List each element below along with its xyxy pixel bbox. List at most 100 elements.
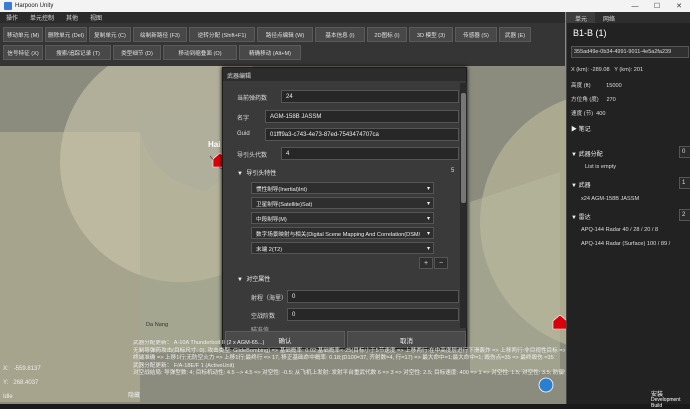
log-line: 终端准确 => 上移1行;无防空火力 => 上移1行;最终行 => 17, 移正…: [133, 355, 554, 362]
altitude-label: 高度 (ft): [571, 83, 591, 89]
range-input[interactable]: 0: [287, 290, 459, 303]
menu-view[interactable]: 视图: [84, 13, 108, 22]
seeker-section-label: 导引头特性: [246, 171, 277, 177]
seeker-dropdown-5[interactable]: 末端 2(T2) ▾: [251, 242, 434, 254]
y-label: Y (km):: [614, 67, 633, 73]
status-text: Idle: [3, 394, 13, 400]
heading-row: 方位角 (度) 270: [571, 95, 616, 103]
seeker-gen-input[interactable]: 4: [281, 147, 459, 160]
unit-panel: 单元 网络 B1-B (1) 355ad49e-0b34-4991-9011-4…: [566, 12, 690, 404]
speed-row: 速度 (节) 400: [571, 109, 606, 117]
weapon-list-item[interactable]: x24 AGM-158B JASSM: [581, 196, 639, 202]
dialog-scrollbar[interactable]: [460, 83, 467, 328]
log-line: 对空战结局: 导弹型数: 4; 目标机动性: 4.5 --> 4.5 => 对空…: [133, 370, 565, 377]
hide-log-button[interactable]: 隐藏: [128, 390, 140, 399]
weapon-edit-dialog: 武器编辑 当前弹药数 24 名字 AGM-158B JASSM Guid 01f…: [222, 67, 467, 349]
seeker-dropdown-3[interactable]: 中段制导(M) ▾: [251, 212, 434, 224]
seeker-dropdown-1[interactable]: 惯性制导(Inertial)Int) ▾: [251, 182, 434, 194]
radar-item-2[interactable]: APQ-144 Radar (Surface) 100 / 89 /: [581, 241, 670, 247]
chevron-down-icon: ▾: [426, 201, 430, 207]
weapons-count[interactable]: 1: [679, 177, 690, 189]
minimize-button[interactable]: —: [624, 0, 646, 12]
menu-bar: 操作 单元控制 其他 视图: [0, 12, 565, 23]
y-label: Y:: [3, 380, 9, 386]
heading-value[interactable]: 270: [606, 97, 615, 103]
anti-ship-section-header[interactable]: ▼ 对空属性: [237, 274, 270, 283]
range-label: 射程（海里）: [251, 296, 288, 302]
basic-info-button[interactable]: 基本信息 (I): [315, 27, 365, 42]
aa-stage-input[interactable]: 0: [287, 308, 459, 321]
icon-2d-button[interactable]: 2D图标 (I): [367, 27, 407, 42]
remove-seeker-button[interactable]: −: [434, 257, 448, 269]
y-value: 201: [633, 67, 644, 73]
seeker-3-value: 中段制导(M): [256, 217, 287, 223]
aa-stage-label: 空战阶数: [251, 314, 276, 320]
window-title: Harpoon Unity: [15, 3, 54, 9]
weapon-assign-label: 武器分配: [578, 152, 603, 158]
map-label-danang: Da Nang: [146, 322, 169, 328]
guid-input[interactable]: 01fff9a3-c743-4e73-87ed-7543474707ca: [265, 128, 459, 141]
menu-other[interactable]: 其他: [60, 13, 84, 22]
seeker-dropdown-2[interactable]: 卫星制导(Satellite)Sat) ▾: [251, 197, 434, 209]
scrollbar-thumb[interactable]: [461, 93, 466, 203]
menu-unit-control[interactable]: 单元控制: [24, 13, 60, 22]
sensor-button[interactable]: 传感器 (S): [455, 27, 497, 42]
waypoint-edit-button[interactable]: 路径点编辑 (W): [257, 27, 313, 42]
weapon-assign-count[interactable]: 0: [679, 146, 690, 158]
combat-log: 武器分配更新： A-10A Thunderbolt II (2 x AGM-65…: [133, 340, 565, 396]
radar-item-1[interactable]: APQ-144 Radar 40 / 28 / 20 / 8: [581, 227, 658, 233]
x-value: -289.08: [590, 67, 610, 73]
list-empty-text: List is empty: [585, 164, 617, 170]
unit-guid-field[interactable]: 355ad49e-0b34-4991-9011-4e5a2fa239: [571, 46, 689, 58]
current-ammo-label: 当前弹药数: [237, 96, 268, 102]
panel-tabs: 单元 网络: [567, 12, 690, 23]
search-track-button[interactable]: 搜索/追踪记录 (T): [45, 45, 111, 60]
precise-move-button[interactable]: 精确移动 (Alt+M): [239, 45, 301, 60]
altitude-value[interactable]: 15000: [606, 83, 622, 89]
coord-row: X (km): -289.08 Y (km): 201: [571, 67, 643, 73]
current-ammo-input[interactable]: 24: [281, 90, 459, 103]
move-unit-button[interactable]: 移动单元 (M): [3, 27, 43, 42]
delete-unit-button[interactable]: 删除单元 (Del): [45, 27, 87, 42]
seeker-2-value: 卫星制导(Satellite)Sat): [256, 202, 313, 208]
cursor-y: Y: 268.4037: [3, 380, 38, 386]
radar-section[interactable]: ▼ 雷达: [571, 212, 591, 221]
add-seeker-button[interactable]: +: [419, 257, 433, 269]
close-window-button[interactable]: ✕: [668, 0, 690, 12]
x-label: X:: [3, 366, 9, 372]
chevron-down-icon: ▾: [426, 231, 430, 237]
seeker-count: 5: [451, 168, 455, 174]
type-detail-button[interactable]: 类型细节 (D): [113, 45, 161, 60]
tab-network[interactable]: 网络: [595, 12, 623, 23]
map-label-hai: Hai: [208, 140, 221, 149]
menu-operate[interactable]: 操作: [0, 13, 24, 22]
signature-button[interactable]: 信号特征 (X): [3, 45, 43, 60]
notes-section[interactable]: ▶ 笔记: [571, 124, 591, 133]
radar-count[interactable]: 2: [679, 209, 690, 221]
maximize-button[interactable]: ☐: [646, 0, 668, 12]
chevron-down-icon: ▾: [426, 186, 430, 192]
seeker-section-header[interactable]: ▼ 导引头特性: [237, 168, 276, 177]
x-value: -559.8137: [13, 366, 41, 372]
seeker-gen-label: 导引头代数: [237, 153, 268, 159]
weapons-section[interactable]: ▼ 武器: [571, 180, 591, 189]
weapon-button[interactable]: 武器 (E): [499, 27, 531, 42]
model-3d-button[interactable]: 3D 模型 (3): [409, 27, 453, 42]
notes-label: 笔记: [578, 127, 591, 133]
chevron-down-icon: ▾: [426, 246, 430, 252]
move-to-layer-button[interactable]: 移动到缩叠面 (O): [163, 45, 237, 60]
tab-unit[interactable]: 单元: [567, 12, 596, 23]
app-icon: [4, 2, 12, 10]
seeker-dropdown-4[interactable]: 数字场景映射与相关(Digital Scene Mapping And Corr…: [251, 227, 434, 239]
speed-value[interactable]: 400: [596, 111, 605, 117]
chevron-down-icon: ▾: [426, 216, 430, 222]
name-label: 名字: [237, 116, 250, 122]
weapon-assign-section[interactable]: ▼ 武器分配: [571, 149, 603, 158]
weapons-label: 武器: [578, 183, 591, 189]
draw-path-button[interactable]: 绘制新路径 (F3): [133, 27, 187, 42]
guid-label: Guid: [237, 131, 250, 137]
x-label: X (km):: [571, 67, 590, 73]
reverse-assign-button[interactable]: 逆转分配 (Shift+F1): [189, 27, 255, 42]
copy-unit-button[interactable]: 复制单元 (C): [89, 27, 131, 42]
name-input[interactable]: AGM-158B JASSM: [265, 110, 459, 123]
